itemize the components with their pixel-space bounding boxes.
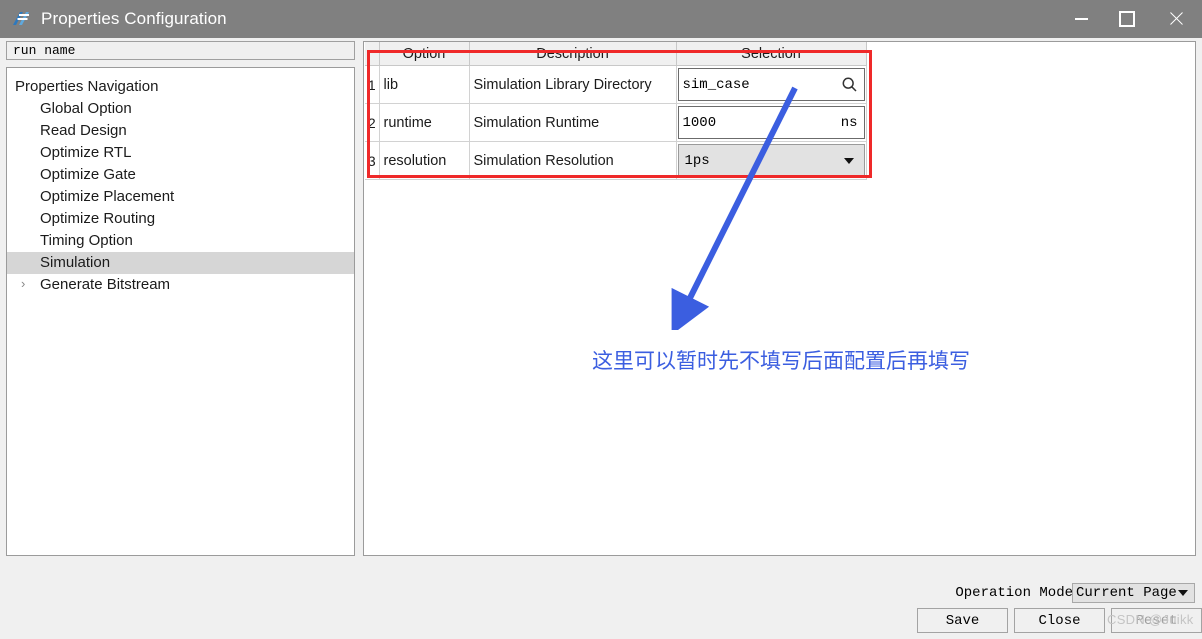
row-description: Simulation Runtime — [469, 103, 677, 142]
table-row: 2 runtime Simulation Runtime ns — [365, 103, 867, 142]
window-title: Properties Configuration — [41, 9, 227, 28]
row-selection: ns — [676, 103, 867, 142]
window-controls — [1058, 0, 1202, 38]
row-selection — [676, 65, 867, 104]
lib-path-field[interactable] — [677, 68, 865, 101]
close-icon — [1168, 11, 1184, 27]
row-option-name: runtime — [379, 103, 470, 142]
close-dialog-button[interactable]: Close — [1014, 608, 1105, 633]
run-name-label: run name — [13, 43, 76, 58]
row-index: 2 — [365, 103, 380, 142]
sidebar-item-optimize-routing[interactable]: Optimize Routing — [7, 208, 354, 230]
sidebar-item-optimize-placement[interactable]: Optimize Placement — [7, 186, 354, 208]
annotation-note-text: 这里可以暂时先不填写后面配置后再填写 — [592, 350, 970, 373]
row-option-name: lib — [379, 65, 470, 104]
operation-mode-value: Current Page — [1076, 585, 1177, 601]
properties-navigation-panel[interactable]: Properties Navigation Global Option Read… — [6, 67, 355, 556]
properties-configuration-window: Properties Configuration run name Proper… — [0, 0, 1202, 639]
resolution-dropdown[interactable]: 1ps — [677, 144, 865, 177]
footer-button-row: Save Close Reset — [917, 608, 1202, 633]
row-description: Simulation Resolution — [469, 141, 677, 180]
sidebar-item-read-design[interactable]: Read Design — [7, 120, 354, 142]
sidebar-item-label: Optimize Routing — [40, 210, 156, 227]
nav-root-label: Properties Navigation — [15, 78, 159, 95]
operation-mode-dropdown[interactable]: Current Page — [1072, 583, 1195, 603]
lib-path-input[interactable] — [678, 69, 836, 100]
runtime-field[interactable]: ns — [677, 106, 865, 139]
save-button[interactable]: Save — [917, 608, 1008, 633]
column-header-description[interactable]: Description — [469, 42, 677, 66]
table-row: 1 lib Simulation Library Directory — [365, 65, 867, 104]
sidebar-item-optimize-rtl[interactable]: Optimize RTL — [7, 142, 354, 164]
runtime-unit-label: ns — [840, 114, 858, 131]
minimize-button[interactable] — [1058, 0, 1104, 38]
sidebar-item-optimize-gate[interactable]: Optimize Gate — [7, 164, 354, 186]
row-option-name: resolution — [379, 141, 470, 180]
row-index: 1 — [365, 65, 380, 104]
table-row: 3 resolution Simulation Resolution 1ps — [365, 141, 867, 180]
column-header-selection[interactable]: Selection — [676, 42, 867, 66]
row-selection: 1ps — [676, 141, 867, 180]
sidebar-item-label: Optimize Placement — [40, 188, 175, 205]
operation-mode-label: Operation Mode — [955, 585, 1073, 601]
sidebar-item-label: Read Design — [40, 122, 127, 139]
sidebar-item-label: Global Option — [40, 100, 132, 117]
sidebar-item-global-option[interactable]: Global Option — [7, 98, 354, 120]
runtime-input[interactable] — [678, 107, 841, 138]
column-header-option[interactable]: Option — [379, 42, 470, 66]
row-description: Simulation Library Directory — [469, 65, 677, 104]
properties-table: Option Description Selection 1 lib Simul… — [365, 42, 867, 180]
chevron-down-icon[interactable] — [843, 157, 854, 164]
table-header-row: Option Description Selection — [365, 42, 867, 66]
title-bar: Properties Configuration — [0, 0, 1202, 38]
sidebar-item-generate-bitstream[interactable]: › Generate Bitstream — [7, 274, 354, 296]
chevron-down-icon[interactable] — [1178, 590, 1188, 596]
run-name-header: run name — [6, 41, 355, 60]
reset-button[interactable]: Reset — [1111, 608, 1202, 633]
chevron-right-icon[interactable]: › — [21, 277, 28, 290]
sidebar-item-label: Optimize RTL — [40, 144, 132, 161]
minimize-icon — [1074, 18, 1088, 20]
app-logo-icon — [10, 8, 32, 30]
close-button[interactable] — [1150, 0, 1202, 38]
sidebar-item-label: Optimize Gate — [40, 166, 136, 183]
maximize-button[interactable] — [1104, 0, 1150, 38]
sidebar-item-label: Simulation — [40, 254, 111, 271]
column-header-index — [365, 42, 380, 66]
row-index: 3 — [365, 141, 380, 180]
sidebar-item-timing-option[interactable]: Timing Option — [7, 230, 354, 252]
maximize-icon — [1119, 11, 1135, 27]
search-icon[interactable] — [836, 69, 864, 100]
sidebar-item-label: Generate Bitstream — [40, 276, 171, 293]
resolution-value: 1ps — [684, 152, 710, 169]
sidebar-item-simulation[interactable]: Simulation — [7, 252, 354, 274]
sidebar-item-label: Timing Option — [40, 232, 133, 249]
